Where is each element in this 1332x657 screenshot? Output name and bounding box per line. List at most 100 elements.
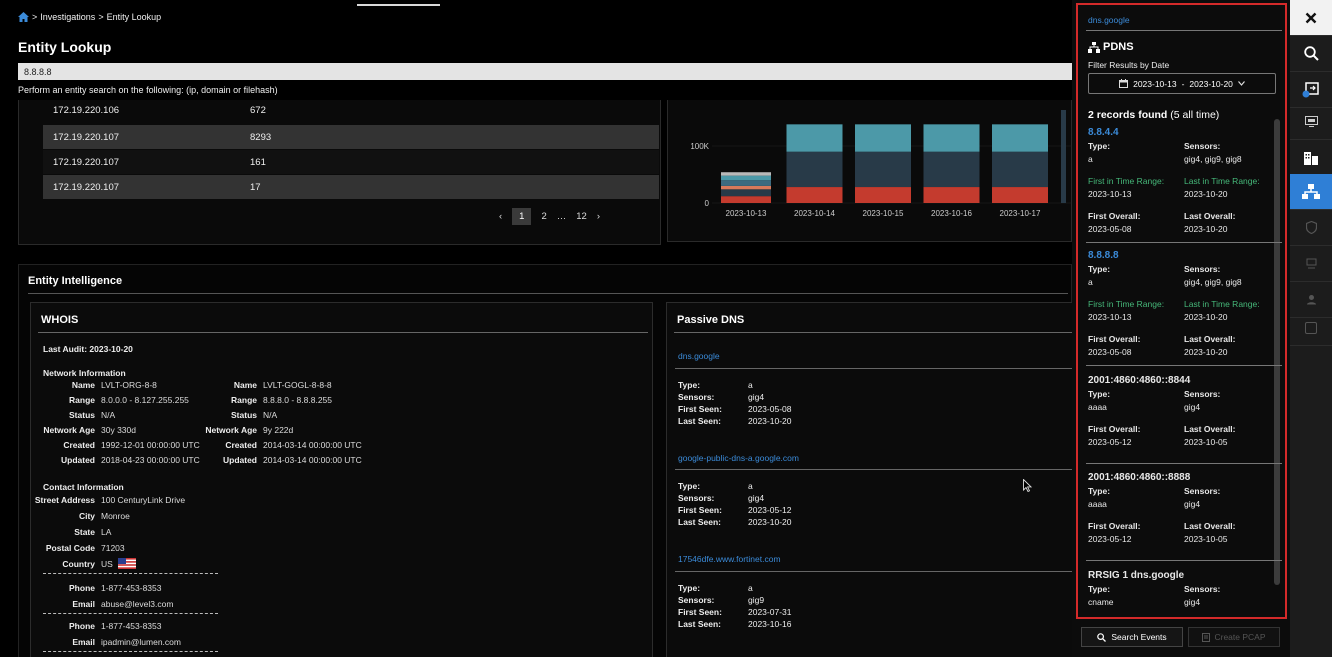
- table-cell-ip: 172.19.220.106: [53, 105, 120, 116]
- search-icon: [1097, 632, 1107, 642]
- rail-terminal-button[interactable]: [1290, 246, 1332, 282]
- whois-field: Status N/A: [69, 410, 116, 420]
- x-tick-label: 2023-10-13: [726, 209, 767, 218]
- record-ip: 2001:4860:4860::8844: [1088, 375, 1191, 386]
- whois-field: Status N/A: [231, 410, 278, 420]
- search-help-text: Perform an entity search on the followin…: [18, 85, 278, 95]
- bar-segment: [786, 124, 843, 152]
- bar-segment: [992, 124, 1048, 152]
- page-2-button[interactable]: 2: [541, 211, 546, 222]
- contact-info-header: Contact Information: [43, 482, 124, 492]
- record-ip: 2001:4860:4860::8888: [1088, 472, 1191, 483]
- bar-segment: [923, 151, 980, 188]
- pdns-field: Last Seen: 2023-10-20: [678, 416, 792, 426]
- pdns-field: Sensors: gig9: [678, 595, 765, 605]
- rail-search-button[interactable]: [1290, 36, 1332, 72]
- divider: [675, 368, 1073, 369]
- table-row[interactable]: 172.19.220.106 672: [43, 104, 659, 120]
- screen-icon: [1304, 116, 1318, 127]
- terminal-icon: [1306, 258, 1316, 269]
- divider: [1086, 242, 1282, 243]
- pdns-record: 2001:4860:4860::8844 Type: Sensors: aaaa g…: [1088, 375, 1272, 450]
- calendar-icon: [1119, 79, 1129, 88]
- last-audit: Last Audit: 2023-10-20: [43, 344, 133, 354]
- breadcrumb-entity-lookup: Entity Lookup: [106, 12, 162, 22]
- rail-square-button[interactable]: [1290, 310, 1332, 346]
- next-page-button[interactable]: ›: [597, 211, 600, 222]
- whois-field: Name LVLT-GOGL-8-8-8: [233, 380, 332, 390]
- whois-field: Country US: [31, 558, 137, 569]
- user-icon: [1306, 295, 1316, 305]
- pagination: ‹ 1 2 … 12 ›: [499, 208, 600, 225]
- close-icon: [1305, 12, 1317, 23]
- divider: [1086, 30, 1282, 31]
- table-row[interactable]: 172.19.220.107 161: [43, 150, 659, 174]
- pdns-domain-link[interactable]: google-public-dns-a.google.com: [678, 453, 799, 463]
- breadcrumb: > Investigations > Entity Lookup: [18, 12, 161, 22]
- whois-field: Updated 2014-03-14 00:00:00 UTC: [223, 455, 362, 465]
- divider: [675, 469, 1073, 470]
- whois-field: Network Age 9y 222d: [205, 425, 294, 435]
- entity-search-input[interactable]: [18, 63, 1072, 80]
- shield-icon: [1305, 221, 1317, 234]
- bar-segment: [923, 124, 980, 152]
- pdns-field: First Seen: 2023-07-31: [678, 607, 792, 617]
- bar-segment: [855, 151, 911, 188]
- rail-shield-button[interactable]: [1290, 210, 1332, 246]
- records-count: 2 records found (5 all time): [1088, 109, 1220, 121]
- panel-title-text: PDNS: [1103, 41, 1134, 53]
- home-icon[interactable]: [18, 12, 29, 22]
- pdns-field: Last Seen: 2023-10-16: [678, 619, 792, 629]
- whois-field: Range 8.8.8.0 - 8.8.8.255: [231, 395, 332, 405]
- sensor-chart-card: 0 100K 2023-10-13 2023-10-14 2023-10-15 2023-…: [667, 100, 1073, 242]
- pdns-record: 8.8.8.8 Type: Sensors: a gig4, gig9, gig8 …: [1088, 250, 1272, 360]
- card-title: Passive DNS: [677, 314, 745, 326]
- table-cell-ip: 172.19.220.107: [53, 157, 120, 168]
- passive-dns-card: Passive DNS dns.google Type: a Sensors: gi…: [666, 302, 1073, 657]
- bar-segment: [992, 151, 1048, 188]
- bar-segment: [721, 175, 771, 181]
- pdns-domain-link[interactable]: 17546dfe.www.fortinet.com: [678, 554, 781, 564]
- divider: [674, 332, 1073, 333]
- rail-screen-button[interactable]: [1290, 104, 1332, 140]
- create-pcap-button[interactable]: Create PCAP: [1188, 627, 1280, 647]
- us-flag-icon: [118, 558, 137, 569]
- pdns-field: First Seen: 2023-05-08: [678, 404, 792, 414]
- pdns-field: Sensors: gig4: [678, 392, 765, 402]
- prev-page-button[interactable]: ‹: [499, 211, 502, 222]
- page-12-button[interactable]: 12: [576, 211, 587, 222]
- date-from: 2023-10-13: [1133, 78, 1177, 89]
- rail-export-button[interactable]: [1290, 72, 1332, 108]
- pdns-domain-link[interactable]: dns.google: [678, 351, 720, 361]
- mouse-cursor-icon: [1023, 479, 1032, 492]
- chevron-down-icon: [1237, 81, 1245, 86]
- panel-domain-link[interactable]: dns.google: [1088, 15, 1130, 25]
- pdns-field: Type: a: [678, 481, 753, 491]
- divider: [43, 651, 218, 652]
- pdns-side-panel: dns.google PDNS Filter Results by Date 2…: [1072, 0, 1290, 657]
- search-events-button[interactable]: Search Events: [1081, 627, 1183, 647]
- top-bar: > Investigations > Entity Lookup: [0, 0, 1072, 33]
- page-1-button[interactable]: 1: [512, 208, 532, 225]
- network-info-header: Network Information: [43, 368, 126, 378]
- breadcrumb-investigations[interactable]: Investigations: [40, 12, 95, 22]
- divider: [28, 293, 1068, 294]
- card-title: WHOIS: [41, 314, 79, 326]
- rail-pdns-button[interactable]: [1290, 174, 1332, 210]
- divider: [675, 571, 1073, 572]
- divider: [1086, 463, 1282, 464]
- table-row[interactable]: 172.19.220.107 8293: [43, 125, 659, 149]
- close-button[interactable]: [1290, 0, 1332, 36]
- table-row[interactable]: 172.19.220.107 17: [43, 175, 659, 199]
- panel-scrollbar[interactable]: [1274, 119, 1280, 585]
- whois-field: Created 2014-03-14 00:00:00 UTC: [225, 440, 362, 450]
- record-ip-link[interactable]: 8.8.4.4: [1088, 127, 1272, 138]
- rail-assets-button[interactable]: [1290, 140, 1332, 176]
- pdns-field: Type: a: [678, 583, 753, 593]
- bar-segment: [721, 185, 771, 190]
- sitemap-icon: [1088, 41, 1100, 53]
- whois-field: Created 1992-12-01 00:00:00 UTC: [63, 440, 200, 450]
- date-range-picker[interactable]: 2023-10-13 - 2023-10-20: [1088, 73, 1276, 94]
- divider: [38, 332, 648, 333]
- record-ip-link[interactable]: 8.8.8.8: [1088, 250, 1272, 261]
